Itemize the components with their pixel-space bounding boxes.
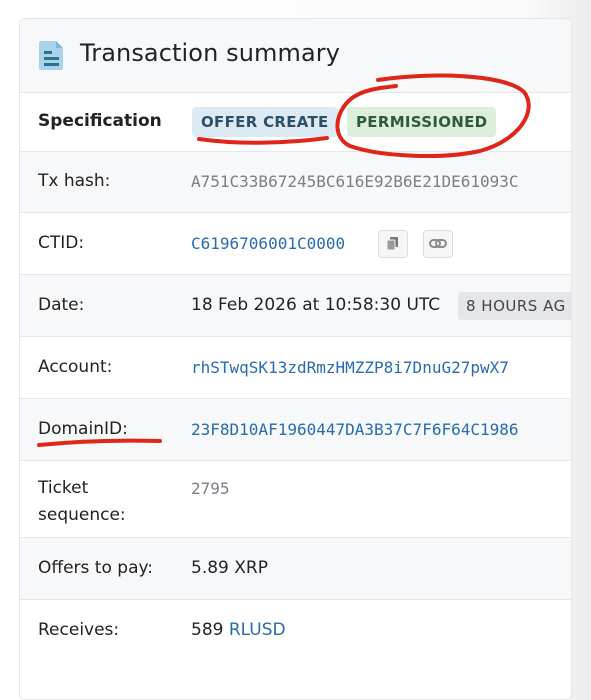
offers-to-pay-label: Offers to pay:: [38, 558, 154, 578]
ctid-value[interactable]: C6196706001C0000: [191, 230, 345, 257]
date-value: 18 Feb 2026 at 10:58:30 UTC: [191, 295, 441, 315]
tx-hash-row: Tx hash: A751C33B67245BC616E92B6E21DE610…: [20, 152, 571, 213]
domain-id-row: DomainID: 23F8D10AF1960447DA3B37C7F6F64C…: [20, 399, 571, 461]
copy-icon[interactable]: [378, 230, 408, 258]
receives-amount: 589: [191, 620, 224, 640]
tx-hash-value[interactable]: A751C33B67245BC616E92B6E21DE61093C: [191, 168, 519, 195]
receives-row: Receives: 589 RLUSD: [20, 600, 571, 680]
account-value[interactable]: rhSTwqSK13zdRmzHMZZP8i7DnuG27pwX7: [191, 354, 509, 381]
offers-to-pay-amount: 5.89: [191, 558, 229, 578]
ticket-sequence-value: 2795: [191, 479, 230, 498]
ticket-sequence-row: Ticket sequence: 2795: [20, 461, 571, 538]
account-label: Account:: [38, 357, 113, 377]
offer-create-badge: OFFER CREATE: [192, 107, 338, 137]
domain-id-label: DomainID:: [38, 419, 128, 439]
date-row: Date: 18 Feb 2026 at 10:58:30 UTC 8 HOUR…: [20, 275, 571, 337]
document-icon: [39, 41, 63, 70]
domain-id-value[interactable]: 23F8D10AF1960447DA3B37C7F6F64C1986: [191, 416, 519, 443]
permissioned-badge: PERMISSIONED: [347, 107, 497, 137]
account-row: Account: rhSTwqSK13zdRmzHMZZP8i7DnuG27pw…: [20, 337, 571, 399]
ticket-sequence-label-line1: Ticket: [38, 478, 89, 498]
card-header: Transaction summary: [20, 19, 571, 93]
specification-row: Specification OFFER CREATE PERMISSIONED: [20, 93, 571, 152]
offers-to-pay-value: 5.89 XRP: [191, 555, 268, 582]
offers-to-pay-row: Offers to pay: 5.89 XRP: [20, 538, 571, 600]
relative-time-badge: 8 HOURS AG: [458, 292, 571, 320]
ctid-row: CTID: C6196706001C0000: [20, 213, 571, 275]
date-label: Date:: [38, 295, 85, 315]
receives-label: Receives:: [38, 620, 120, 640]
transaction-summary-card: Transaction summary Specification OFFER …: [19, 18, 572, 700]
link-icon[interactable]: [423, 230, 453, 258]
receives-currency-link[interactable]: RLUSD: [229, 620, 286, 640]
page-title: Transaction summary: [80, 39, 341, 67]
tx-hash-label: Tx hash:: [38, 171, 111, 191]
ctid-label: CTID:: [38, 233, 85, 253]
ticket-sequence-label-line2: sequence:: [38, 505, 126, 525]
specification-label: Specification: [38, 111, 162, 131]
offers-to-pay-currency: XRP: [234, 558, 268, 578]
receives-value: 589 RLUSD: [191, 617, 286, 644]
